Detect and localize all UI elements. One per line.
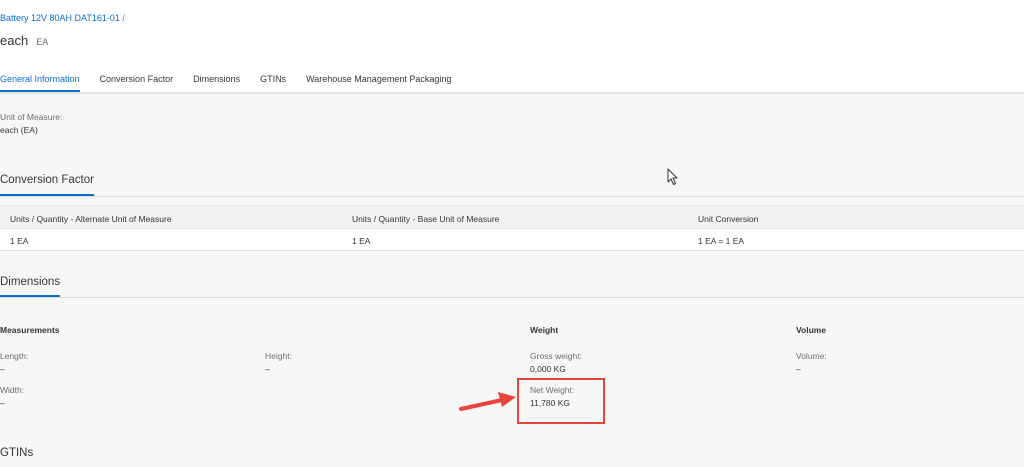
length-value: –: [0, 364, 5, 374]
column-header-unit-conversion[interactable]: Unit Conversion: [698, 214, 758, 224]
column-header-base-uom[interactable]: Units / Quantity - Base Unit of Measure: [352, 214, 499, 224]
header-divider: [0, 92, 1024, 94]
breadcrumb-link[interactable]: Battery 12V 80AH DAT161-01: [0, 13, 120, 23]
cell-alternate-uom: 1 EA: [10, 236, 29, 246]
cell-base-uom: 1 EA: [352, 236, 371, 246]
tab-warehouse-management-packaging[interactable]: Warehouse Management Packaging: [306, 70, 451, 92]
volume-value: –: [796, 364, 801, 374]
width-value: –: [0, 398, 5, 408]
breadcrumb[interactable]: Battery 12V 80AH DAT161-01 /: [0, 13, 125, 23]
page-subtitle: EA: [36, 37, 49, 47]
dimensions-section-title: Dimensions: [0, 276, 61, 288]
cell-unit-conversion: 1 EA = 1 EA: [698, 236, 745, 246]
dimensions-divider: [0, 297, 1024, 298]
unit-of-measure-label: Unit of Measure:: [0, 112, 63, 122]
table-row[interactable]: 1 EA 1 EA 1 EA = 1 EA: [0, 229, 1024, 251]
tab-bar: General Information Conversion Factor Di…: [0, 70, 471, 92]
tab-general-information[interactable]: General Information: [0, 70, 80, 92]
gtins-section-title: GTINs: [0, 447, 34, 459]
width-label: Width:: [0, 385, 25, 395]
gross-weight-label: Gross weight:: [530, 351, 582, 361]
height-value: –: [265, 364, 270, 374]
page-title: each: [0, 33, 29, 48]
length-label: Length:: [0, 351, 29, 361]
measurements-group-title: Measurements: [0, 325, 60, 335]
net-weight-highlight-box: [517, 378, 605, 424]
column-header-alternate-uom[interactable]: Units / Quantity - Alternate Unit of Mea…: [10, 214, 172, 224]
weight-group-title: Weight: [530, 325, 559, 335]
tab-conversion-factor[interactable]: Conversion Factor: [100, 70, 174, 92]
conversion-factor-section-title: Conversion Factor: [0, 174, 94, 186]
conversion-factor-divider: [0, 196, 1024, 197]
tab-gtins[interactable]: GTINs: [260, 70, 286, 92]
breadcrumb-separator: /: [122, 13, 125, 23]
height-label: Height:: [265, 351, 292, 361]
title-row: each EA: [0, 33, 48, 48]
volume-group-title: Volume: [796, 325, 827, 335]
volume-label: Volume:: [796, 351, 827, 361]
gross-weight-value: 0,000 KG: [530, 364, 566, 374]
annotation-arrow-icon: [459, 392, 516, 411]
unit-of-measure-value: each (EA): [0, 125, 38, 135]
tab-dimensions[interactable]: Dimensions: [193, 70, 240, 92]
conversion-table-header: Units / Quantity - Alternate Unit of Mea…: [0, 205, 1024, 229]
object-header: Battery 12V 80AH DAT161-01 / each EA Gen…: [0, 0, 1024, 92]
mouse-pointer-icon: [667, 168, 678, 185]
